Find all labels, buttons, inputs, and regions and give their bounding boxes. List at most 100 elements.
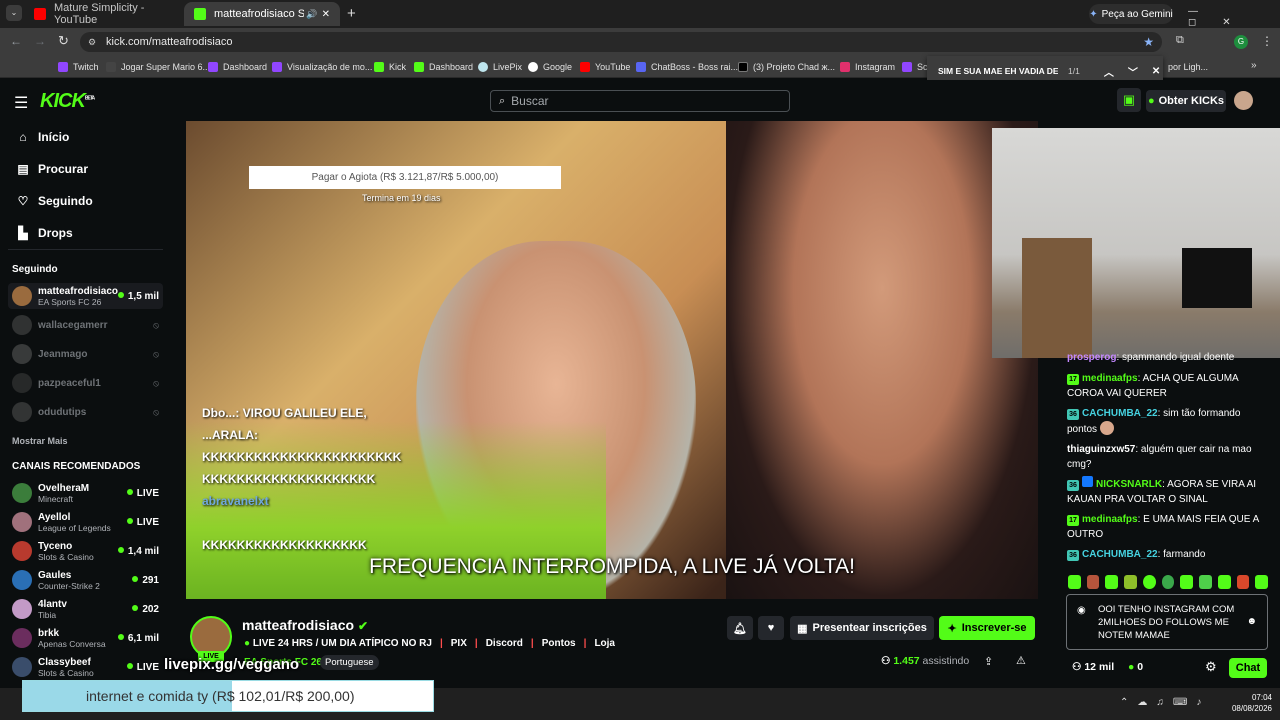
link-points[interactable]: Pontos	[542, 638, 576, 649]
gemini-button[interactable]: ✦ Peça ao Gemini	[1089, 4, 1173, 24]
reload-icon[interactable]: ↻	[58, 33, 69, 49]
chat-username[interactable]: medinaafps	[1082, 373, 1138, 384]
following-channel[interactable]: Jeanmago ⦸	[8, 341, 163, 367]
recommended-channel[interactable]: Tyceno Slots & Casino 1,4 mil	[8, 538, 163, 564]
recommended-channel[interactable]: 4lantv Tibia 202	[8, 596, 163, 622]
viewer-count: 1,5 mil	[118, 291, 159, 302]
subscribe-button[interactable]: ✦ Inscrever-se	[939, 616, 1035, 640]
video-player[interactable]	[186, 121, 1038, 599]
emote-picker-icon[interactable]: ◉	[1077, 604, 1086, 617]
chat-username[interactable]: NICKSNARLK	[1096, 479, 1162, 490]
recommended-channel[interactable]: Gaules Counter-Strike 2 291	[8, 567, 163, 593]
sub-badge: 17	[1067, 374, 1079, 385]
bookmark-instagram[interactable]: Instagram	[840, 59, 895, 75]
chat-username[interactable]: CACHUMBA_22	[1082, 408, 1158, 419]
bookmark-google[interactable]: Google	[528, 59, 572, 75]
emote-icon[interactable]	[1236, 575, 1250, 589]
link-discord[interactable]: Discord	[486, 638, 523, 649]
bookmark-star-icon[interactable]: ★	[1143, 35, 1154, 49]
report-icon[interactable]: ⚠	[1016, 654, 1026, 667]
bookmark-twitch[interactable]: Twitch	[58, 59, 99, 75]
new-tab-button[interactable]: +	[347, 5, 356, 22]
emote-icon[interactable]	[1180, 575, 1194, 589]
link-pix[interactable]: PIX	[451, 638, 467, 649]
emote-icon[interactable]	[1105, 575, 1119, 589]
avatar	[12, 657, 32, 677]
overlay-chat-line: ...ARALA:	[202, 428, 258, 442]
find-next-icon[interactable]: ﹀	[1128, 64, 1138, 79]
emote-icon[interactable]	[1068, 575, 1081, 589]
bookmark-projeto-chad[interactable]: (3) Projeto Chad ж...	[738, 59, 835, 75]
emote-icon[interactable]	[1161, 575, 1175, 589]
chat-input[interactable]: ◉ OOI TENHO INSTAGRAM COM 2MILHOES DO FO…	[1066, 594, 1268, 650]
bookmark-livepix[interactable]: LivePix	[478, 59, 522, 75]
tab-title: Mature Simplicity - YouTube	[54, 2, 145, 26]
following-channel[interactable]: matteafrodisiaco EA Sports FC 26 1,5 mil	[8, 283, 163, 309]
close-tab-icon[interactable]: ✕	[322, 9, 330, 20]
bookmark-label: Visualização de mo...	[287, 62, 373, 72]
chat-settings-icon[interactable]: ⚙	[1205, 659, 1217, 675]
find-input[interactable]: SIM E SUA MAE EH VADIA DE	[938, 66, 1058, 76]
recommended-channel[interactable]: brkk Apenas Conversa 6,1 mil	[8, 625, 163, 651]
notification-button[interactable]: 🔔︎	[727, 616, 753, 640]
profile-avatar[interactable]: G	[1234, 35, 1248, 49]
emote-icon[interactable]	[1199, 575, 1212, 589]
following-channel[interactable]: odudutips ⦸	[8, 399, 163, 425]
bookmark-light[interactable]: por Ligh...	[1168, 59, 1208, 75]
channel-name[interactable]: matteafrodisiaco ✔	[242, 617, 368, 633]
sidebar-item-drops[interactable]: ▙ Drops	[16, 226, 72, 240]
find-close-icon[interactable]: ✕	[1152, 66, 1160, 77]
chat-username[interactable]: prosperog	[1067, 352, 1116, 363]
extensions-icon[interactable]: ⧉	[1176, 34, 1184, 47]
link-store[interactable]: Loja	[594, 638, 615, 649]
audio-icon[interactable]: 🔊	[306, 9, 317, 20]
menu-icon[interactable]: ⋮	[1261, 34, 1273, 48]
emote-icon[interactable]	[1255, 575, 1269, 589]
smiley-icon[interactable]: ☻	[1246, 615, 1257, 628]
sidebar-item-following[interactable]: ♡ Seguindo	[16, 194, 93, 208]
recommended-channel[interactable]: OvelheraM Minecraft LIVE	[8, 480, 163, 506]
share-icon[interactable]: ⇪	[984, 655, 993, 668]
wallet-button[interactable]: ▣	[1117, 88, 1141, 112]
site-info-icon[interactable]: ⚙	[88, 37, 96, 48]
search-input[interactable]: ⌕ Buscar	[490, 90, 790, 112]
chat-send-button[interactable]: Chat	[1229, 658, 1267, 678]
chat-username[interactable]: thiaguinzxw57	[1067, 444, 1135, 455]
sidebar-item-home[interactable]: ⌂ Início	[16, 130, 69, 144]
hamburger-menu-icon[interactable]: ☰	[14, 93, 28, 113]
find-prev-icon[interactable]: ︿	[1104, 64, 1114, 79]
gift-subs-button[interactable]: ▦ Presentear inscrições	[790, 616, 934, 640]
kick-logo[interactable]: KICKBETA	[40, 90, 95, 113]
chat-username[interactable]: medinaafps	[1082, 514, 1138, 525]
address-bar[interactable]: ⚙ kick.com/matteafrodisiaco ★	[80, 32, 1162, 52]
sidebar-item-browse[interactable]: ▤ Procurar	[16, 162, 88, 176]
emote-icon[interactable]	[1086, 575, 1100, 589]
bookmark-visualizacao[interactable]: Visualização de mo...	[272, 59, 372, 75]
chat-username[interactable]: CACHUMBA_22	[1082, 549, 1158, 560]
following-channel[interactable]: pazpeaceful1 ⦸	[8, 370, 163, 396]
tab-kick[interactable]: matteafrodisiaco Stream - 🔊 ✕	[184, 2, 340, 26]
follow-button[interactable]: ♥	[758, 616, 784, 640]
emote-icon[interactable]	[1142, 575, 1156, 589]
bookmark-dashboard[interactable]: Dashboard	[208, 59, 267, 75]
bookmark-chatboss[interactable]: ChatBoss - Boss rai...	[636, 59, 738, 75]
tab-list-button[interactable]: ⌄	[6, 5, 22, 21]
bookmarks-overflow-icon[interactable]: »	[1251, 60, 1257, 71]
emote-icon[interactable]	[1217, 575, 1231, 589]
tab-youtube[interactable]: Mature Simplicity - YouTube	[24, 2, 184, 26]
bookmark-youtube[interactable]: YouTube	[580, 59, 630, 75]
clock[interactable]: 07:04 08/08/2026	[1222, 692, 1272, 714]
bookmark-kick[interactable]: Kick	[374, 59, 406, 75]
bookmark-kick-dashboard[interactable]: Dashboard	[414, 59, 473, 75]
get-kicks-button[interactable]: ● Obter KICKs	[1146, 90, 1226, 112]
language-tag[interactable]: Portuguese	[320, 655, 379, 670]
bookmark-mario[interactable]: Jogar Super Mario 6...	[106, 59, 210, 75]
recommended-channel[interactable]: Ayellol League of Legends LIVE	[8, 509, 163, 535]
show-more-link[interactable]: Mostrar Mais	[12, 436, 68, 446]
emote-icon[interactable]	[1124, 575, 1137, 589]
forward-icon[interactable]: →	[34, 34, 46, 48]
recommended-channel[interactable]: Classybeef Slots & Casino LIVE	[8, 654, 163, 680]
back-icon[interactable]: ←	[10, 34, 22, 48]
following-channel[interactable]: wallacegamerr ⦸	[8, 312, 163, 338]
user-avatar[interactable]	[1234, 91, 1253, 110]
